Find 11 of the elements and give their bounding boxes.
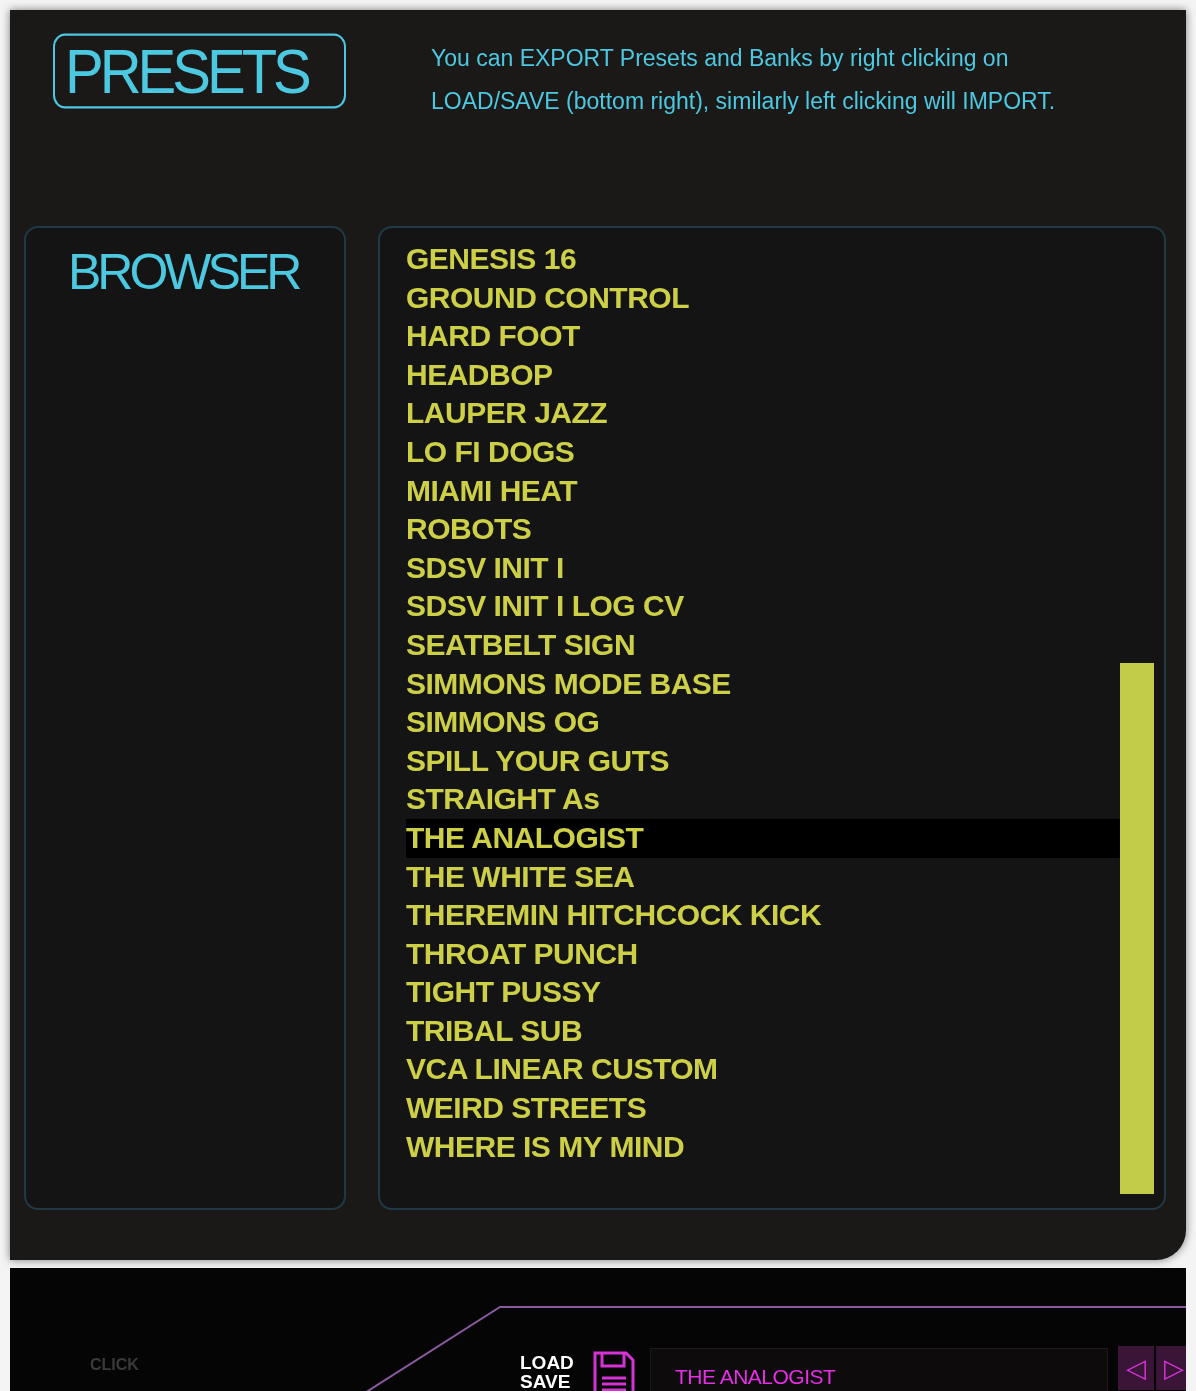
preset-name-field[interactable]: THE ANALOGIST xyxy=(650,1348,1108,1391)
scrollbar-thumb[interactable] xyxy=(1120,663,1154,1194)
preset-item[interactable]: THE ANALOGIST xyxy=(406,818,1120,858)
next-button[interactable]: ▷ xyxy=(1156,1346,1186,1390)
info-text: You can EXPORT Presets and Banks by right clicking on LOAD/SAVE (bottom right), similarly left clicking will IMPORT. xyxy=(431,44,1057,116)
presets-title: PRESETS xyxy=(53,33,346,109)
browser-title: BROWSER xyxy=(68,244,300,300)
previous-button[interactable]: ◁ xyxy=(1118,1346,1154,1390)
save-label: SAVE xyxy=(520,1372,572,1391)
load-save-label[interactable]: LOAD SAVE xyxy=(520,1353,574,1391)
load-label: LOAD xyxy=(520,1353,574,1372)
